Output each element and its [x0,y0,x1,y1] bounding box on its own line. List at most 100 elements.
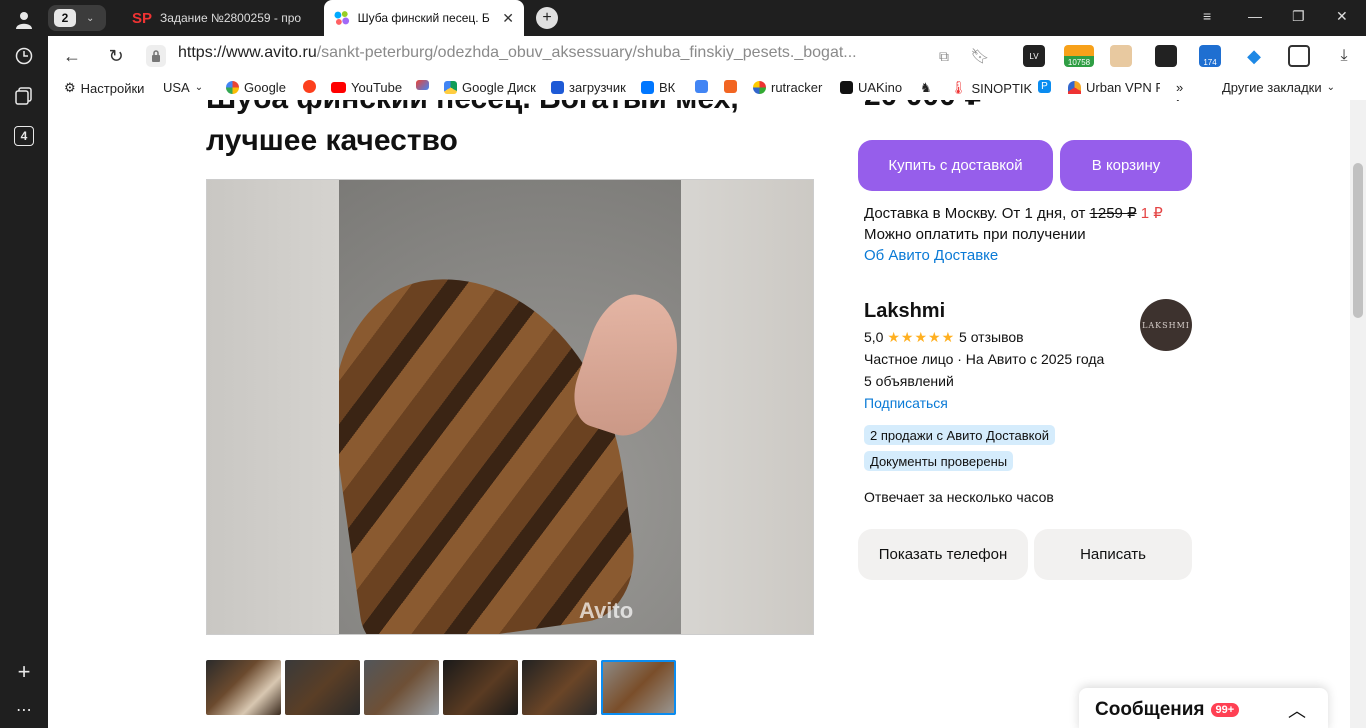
workspace-counter[interactable]: 4 [12,124,36,148]
bookmark-chess[interactable]: ♞ [920,80,932,96]
buy-with-delivery-button[interactable]: Купить с доставкой [858,140,1053,191]
lock-icon[interactable] [146,45,166,67]
bookmark-youtube[interactable]: YouTube [331,80,402,95]
history-icon[interactable] [12,44,36,68]
thumbnail-3[interactable] [364,660,439,715]
chevron-down-icon[interactable]: ⌄ [1172,100,1184,105]
scrollbar-thumb[interactable] [1353,163,1363,318]
bookmark-vk[interactable]: ВК [641,80,675,95]
add-panel-icon[interactable]: + [12,659,36,684]
show-phone-button[interactable]: Показать телефон [858,529,1028,580]
counter-extension-icon[interactable]: 10758 [1064,45,1094,67]
lv-extension-icon[interactable]: LV [1023,45,1045,67]
seller-rating[interactable]: 5,0 ★★★★★ 5 отзывов [864,329,1024,346]
bookmark-google[interactable]: Google [226,80,286,95]
messages-panel[interactable]: Сообщения 99+ ︿ [1079,688,1328,728]
subscribe-link[interactable]: Подписаться [864,395,948,411]
thumbnail-5[interactable] [522,660,597,715]
url-domain: https://www.avito.ru [178,44,317,61]
bookmarks-bar: ⚙ Настройки USA ⌄ Google YouTube Google Ди… [48,76,1366,100]
bookmark-uakino[interactable]: UAKino [840,80,902,95]
back-icon[interactable]: ← [58,42,86,70]
rating-value: 5,0 [864,329,884,345]
response-time: Отвечает за несколько часов [864,489,1054,505]
gmail-icon [416,80,429,90]
url-path: /sankt-peterburg/odezhda_obuv_aksessuary… [316,44,857,61]
chess-knight-icon: ♞ [920,80,932,95]
bookmark-yandex[interactable] [303,80,316,93]
profile-icon[interactable] [12,8,36,32]
url-field[interactable]: https://www.avito.ru/sankt-peterburg/ode… [178,44,857,62]
bookmark-label: ВК [659,80,676,95]
thumbnail-1[interactable] [206,660,281,715]
bookmark-p[interactable]: P [1038,80,1051,93]
write-message-button[interactable]: Написать [1034,529,1192,580]
note-extension-icon[interactable] [1155,45,1177,67]
yandex-icon [303,80,316,93]
bookmark-sinoptik[interactable]: 🌡︎ SINOPTIK [950,80,1032,96]
title-line-1: Шуба финский песец. Богатый мех, [206,100,806,120]
chevron-down-icon: ⌄ [86,12,95,24]
collections-icon[interactable] [12,84,36,108]
restore-icon[interactable]: ❐ [1292,8,1305,25]
delivery-new-price: 1 ₽ [1140,205,1163,222]
menu-icon[interactable]: ≡ [1203,8,1211,24]
tab-counter[interactable]: 2 ⌄ [48,5,106,31]
minimize-icon[interactable]: — [1248,8,1262,24]
tab-avito[interactable]: Шуба финский песец. Б ✕ [324,0,524,36]
gear-icon: ⚙ [64,80,76,95]
delivery-prefix: Доставка в Москву. От 1 дня, от [864,205,1086,222]
bookmark-usa[interactable]: USA ⌄ [163,80,203,95]
bookmark-google-drive[interactable]: Google Диск [444,80,536,95]
rutracker-icon [753,81,766,94]
bookmark-label: Urban VPN P [1086,80,1160,95]
bookmark-icon[interactable]: 🔖︎ [966,42,994,70]
thumbnail-strip [206,660,676,715]
other-bookmarks[interactable]: Другие закладки ⌄ [1222,80,1335,95]
avito-favicon-icon [334,11,350,25]
bookmark-f[interactable] [724,80,737,93]
bookmark-translate[interactable] [695,80,708,93]
f-site-icon [724,80,737,93]
bookmark-downloader[interactable]: загрузчик [551,80,626,95]
download-icon[interactable]: ⤓ [1330,42,1358,70]
diamond-extension-icon[interactable]: ◆ [1243,45,1265,67]
avito-delivery-link[interactable]: Об Авито Доставке [864,247,998,264]
page-scrollbar[interactable] [1350,100,1366,728]
seller-avatar[interactable]: LAKSHMI [1140,299,1192,351]
reload-icon[interactable]: ↻ [102,42,130,70]
thumbnail-2[interactable] [285,660,360,715]
seller-type: Частное лицо · На Авито с 2025 года [864,351,1105,367]
close-tab-icon[interactable]: ✕ [502,10,514,27]
bookmarks-overflow[interactable]: » [1176,80,1183,95]
uakino-icon [840,81,853,94]
bookmark-rutracker[interactable]: rutracker [753,80,822,95]
close-window-icon[interactable]: ✕ [1336,8,1348,25]
calendar-extension-icon[interactable]: 174 [1199,45,1221,67]
bookmark-settings[interactable]: ⚙ Настройки [64,80,144,96]
add-to-cart-button[interactable]: В корзину [1060,140,1192,191]
avatar-text: LAKSHMI [1142,320,1190,330]
reviews-count: 5 отзывов [959,329,1024,345]
thumbnail-4[interactable] [443,660,518,715]
seller-ads-count[interactable]: 5 объявлений [864,373,954,389]
thumbnail-6-selected[interactable] [601,660,676,715]
bookmark-gmail[interactable] [416,80,429,90]
translate-icon[interactable]: ⧉ [930,42,958,70]
more-icon[interactable]: ⋯ [12,698,36,722]
chevron-up-icon[interactable]: ︿ [1288,697,1306,723]
title-line-2: лучшее качество [206,124,458,157]
puzzle-extension-icon[interactable] [1288,45,1310,67]
watermark-text: Avito [579,598,634,623]
delivery-info: Доставка в Москву. От 1 дня, от 1259 ₽ 1… [864,204,1163,222]
messages-label: Сообщения [1095,699,1205,720]
new-tab-button[interactable]: + [536,7,558,29]
tab-title: Шуба финский песец. Б [357,11,490,25]
avatar-extension-icon[interactable] [1110,45,1132,67]
main-photo[interactable]: Avito [206,179,814,635]
bookmark-urban-vpn[interactable]: Urban VPN P [1068,80,1160,95]
thermometer-icon: 🌡︎ [950,80,967,95]
tab-task[interactable]: SP Задание №2800259 - про [122,0,322,36]
seller-name[interactable]: Lakshmi [864,300,945,323]
photo-blur-right [681,180,813,634]
